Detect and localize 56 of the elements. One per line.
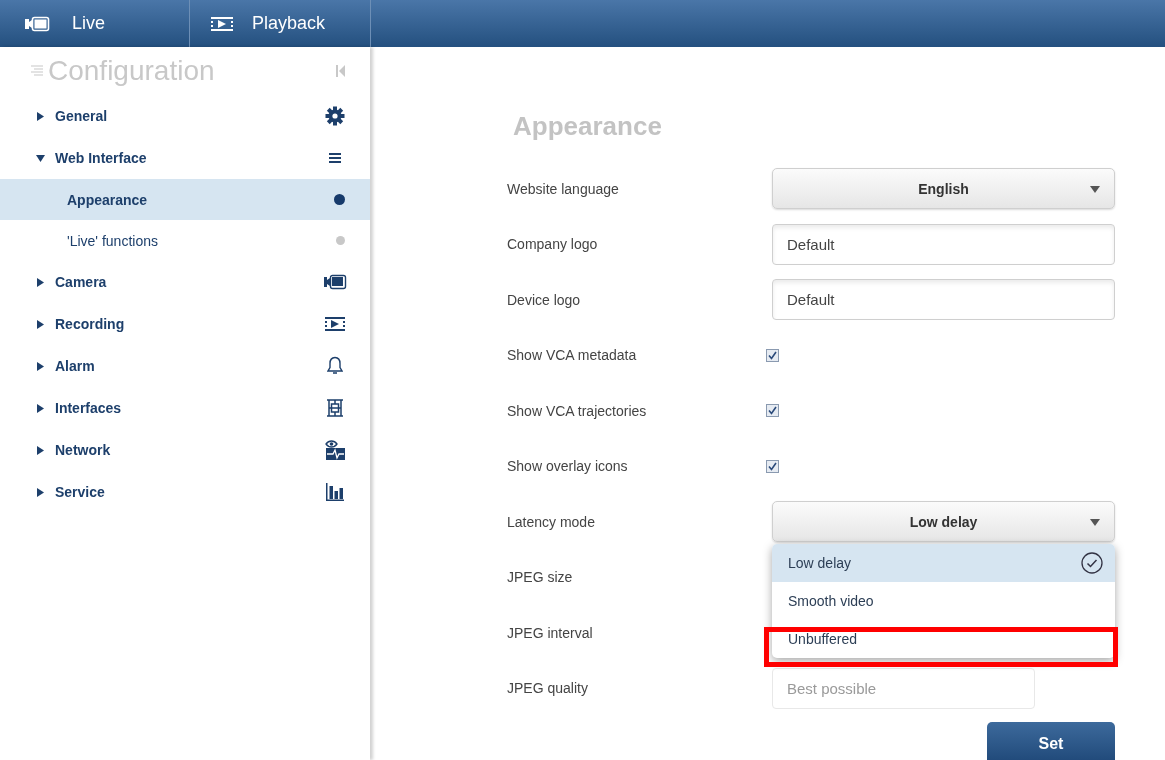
menu-item[interactable]: General <box>0 95 370 137</box>
settings-icon <box>325 106 345 126</box>
menu-item[interactable]: Recording <box>0 303 370 345</box>
triangle-right-icon <box>36 445 45 455</box>
list-icon <box>30 64 44 78</box>
menu-item[interactable]: Network <box>0 429 370 471</box>
triangle-down-icon <box>36 153 45 163</box>
film-play-icon <box>210 15 234 32</box>
field-label: JPEG size <box>507 569 574 586</box>
text-field[interactable]: Default <box>772 223 1115 265</box>
checkbox[interactable] <box>766 404 779 418</box>
menu-item[interactable]: Web Interface <box>0 137 370 179</box>
bar-chart-icon <box>325 482 345 502</box>
caret-icon <box>1090 186 1100 194</box>
menu-icon <box>329 153 341 163</box>
submenu-item[interactable]: Appearance <box>0 179 370 220</box>
triangle-right-icon <box>36 361 45 371</box>
check-circle-icon <box>1081 552 1103 575</box>
caret-icon <box>1090 519 1100 527</box>
triangle-right-icon <box>36 487 45 497</box>
film-play-icon <box>324 316 346 332</box>
triangle-right-icon <box>36 277 45 287</box>
triangle-right-icon <box>36 111 45 121</box>
status-dot <box>334 194 345 205</box>
menu-item[interactable]: Interfaces <box>0 387 370 429</box>
field-label: Show overlay icons <box>507 458 629 475</box>
text-field[interactable]: Default <box>772 279 1115 321</box>
field-label: Latency mode <box>507 513 596 530</box>
field-label: Show VCA metadata <box>507 347 638 364</box>
page-title: Appearance <box>513 111 663 143</box>
checkbox[interactable] <box>766 459 779 473</box>
menu-item[interactable]: Service <box>0 471 370 513</box>
dropdown[interactable]: English <box>772 168 1115 210</box>
checkbox[interactable] <box>766 348 779 362</box>
camera-icon <box>24 15 50 32</box>
field-label: JPEG quality <box>507 680 589 697</box>
dropdown-option[interactable]: Unbuffered <box>772 620 1115 659</box>
dropdown-option[interactable]: Low delay <box>772 544 1115 583</box>
network-diagram-icon <box>326 398 344 418</box>
triangle-right-icon <box>36 319 45 329</box>
dropdown-option[interactable]: Smooth video <box>772 582 1115 621</box>
set-button[interactable]: Set <box>987 722 1115 760</box>
triangle-right-icon <box>36 403 45 413</box>
field-label: Show VCA trajectories <box>507 402 648 419</box>
field-label: Company logo <box>507 236 599 253</box>
field-label: JPEG interval <box>507 624 594 641</box>
submenu-item[interactable]: 'Live' functions <box>0 220 370 261</box>
camera-icon <box>323 274 347 290</box>
menu-item[interactable]: Camera <box>0 261 370 303</box>
field-label: Website language <box>507 180 620 197</box>
bell-icon <box>327 356 343 376</box>
status-dot <box>336 236 345 245</box>
field-label: Device logo <box>507 291 582 308</box>
eye-monitor-icon <box>324 439 346 461</box>
menu-item[interactable]: Alarm <box>0 345 370 387</box>
dropdown[interactable]: Low delay <box>772 501 1115 543</box>
